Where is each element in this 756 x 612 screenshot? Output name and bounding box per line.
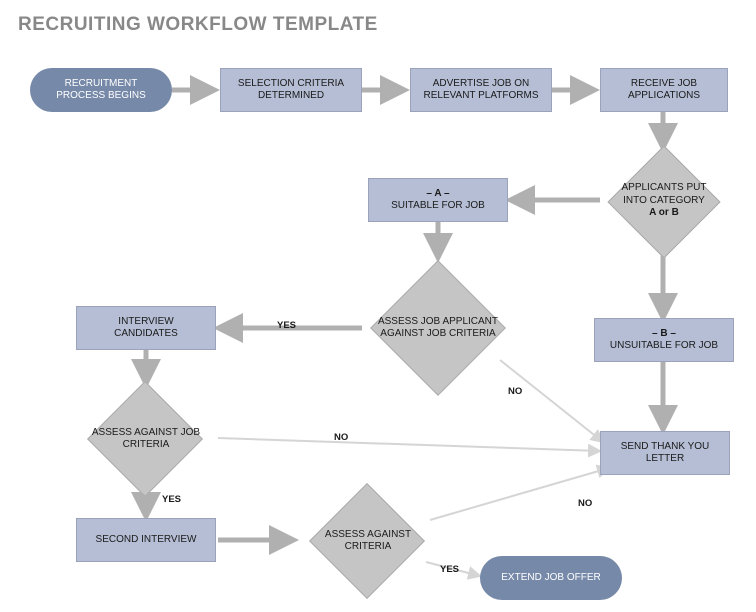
- category-sub: A or B: [649, 207, 679, 218]
- node-category: APPLICANTS PUT INTO CATEGORYA or B: [598, 150, 730, 252]
- cat-b-label: – B –: [652, 328, 676, 341]
- label-no2: NO: [334, 432, 348, 443]
- cat-a-text: SUITABLE FOR JOB: [391, 200, 485, 213]
- node-criteria: SELECTION CRITERIA DETERMINED: [220, 68, 362, 112]
- node-advertise: ADVERTISE JOB ON RELEVANT PLATFORMS: [410, 68, 552, 112]
- node-thankyou: SEND THANK YOU LETTER: [600, 431, 730, 475]
- node-category-a: – A – SUITABLE FOR JOB: [368, 178, 508, 222]
- category-text: APPLICANTS PUT INTO CATEGORY: [621, 182, 706, 206]
- diagram-title: RECRUITING WORKFLOW TEMPLATE: [18, 14, 378, 36]
- node-receive: RECEIVE JOB APPLICATIONS: [600, 68, 728, 112]
- node-start: RECRUITMENT PROCESS BEGINS: [30, 68, 172, 112]
- node-second: SECOND INTERVIEW: [76, 518, 216, 562]
- cat-a-label: – A –: [426, 188, 449, 201]
- node-assess2: ASSESS AGAINST JOB CRITERIA: [68, 386, 224, 492]
- node-category-b: – B – UNSUITABLE FOR JOB: [594, 318, 734, 362]
- label-yes2: YES: [162, 494, 181, 505]
- node-assess1: ASSESS JOB APPLICANT AGAINST JOB CRITERI…: [360, 260, 516, 396]
- label-yes1: YES: [277, 320, 296, 331]
- label-no1: NO: [508, 386, 522, 397]
- node-assess3: ASSESS AGAINST CRITERIA: [290, 488, 446, 594]
- node-offer: EXTEND JOB OFFER: [480, 556, 622, 600]
- label-no3: NO: [578, 498, 592, 509]
- node-interview: INTERVIEW CANDIDATES: [76, 306, 216, 350]
- cat-b-text: UNSUITABLE FOR JOB: [610, 340, 718, 353]
- label-yes3: YES: [440, 564, 459, 575]
